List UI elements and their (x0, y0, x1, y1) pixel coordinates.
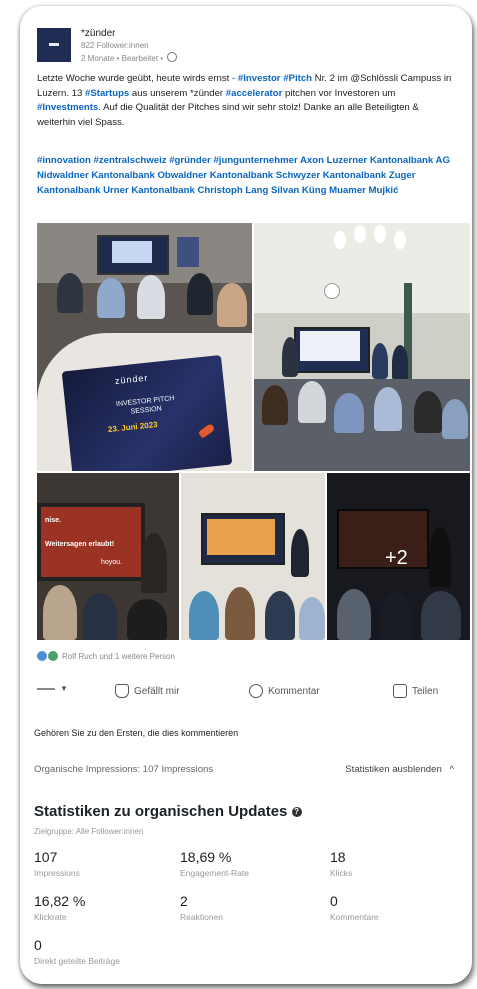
booklet-brand: zünder (114, 372, 149, 387)
stats-title: Statistiken zu organischen Updates ? (34, 803, 302, 820)
post-text-segment: pitchen vor Investoren um (282, 87, 396, 99)
post-text-segment: Letzte Woche wurde geübt, heute wirds er… (37, 73, 238, 84)
stat-value: 0 (34, 937, 42, 953)
comment-label: Kommentar (268, 685, 320, 697)
like-button[interactable]: Gefällt mir (115, 684, 180, 698)
presentation-slide: nise. Weitersagen erlaubt! hoyou. (37, 503, 145, 581)
company-name[interactable]: *zünder (81, 28, 115, 39)
stat-label: Klicks (330, 868, 353, 878)
slide-text-3: hoyou. (101, 559, 123, 566)
hashtag-link[interactable]: #Startups (85, 88, 129, 99)
stat-clicks: 18 Klicks (330, 849, 352, 878)
like-label: Gefällt mir (134, 685, 180, 697)
stat-label: Klickrate (34, 912, 67, 922)
post-body: Letzte Woche wurde geübt, heute wirds er… (37, 72, 459, 130)
post-photo-4[interactable] (181, 473, 325, 640)
hashtag-link[interactable]: #Investments (37, 102, 98, 113)
follower-count: 822 Follower:innen (81, 41, 149, 50)
share-icon (393, 684, 407, 698)
stats-audience: Zielgruppe: Alle Follower:innen (34, 827, 144, 836)
reaction-picker[interactable]: ▼ (37, 684, 68, 693)
reactions-summary[interactable]: Rolf Ruch und 1 weitere Person (37, 651, 175, 661)
comment-icon (249, 684, 263, 698)
post-card: *zünder 822 Follower:innen 2 Monate • Be… (20, 6, 472, 984)
more-photos-overlay[interactable]: +2 (327, 473, 470, 640)
post-meta: 2 Monate • Bearbeitet • (81, 52, 178, 63)
post-text-segment: aus unserem *zünder (129, 87, 226, 99)
post-header: *zünder 822 Follower:innen 2 Monate • Be… (37, 28, 457, 72)
rocket-icon (197, 422, 216, 439)
post-photo-2[interactable] (254, 223, 470, 471)
stat-label: Kommentare (330, 912, 379, 922)
stat-label: Reaktionen (180, 912, 224, 922)
celebrate-reaction-icon (48, 651, 58, 661)
organic-impressions: Organische Impressions: 107 Impressions (34, 764, 214, 775)
stat-value: 18 (330, 849, 346, 865)
slide-text-2: Weitersagen erlaubt! (45, 541, 115, 548)
share-button[interactable]: Teilen (393, 684, 438, 698)
stat-direct-shares: 0 Direkt geteilte Beiträge (34, 937, 120, 966)
hashtag-link[interactable]: #accelerator (226, 88, 283, 99)
share-label: Teilen (412, 685, 439, 697)
stat-value: 18,69 % (180, 849, 232, 865)
stat-click-rate: 16,82 % Klickrate (34, 893, 85, 922)
stat-reactions: 2 Reaktionen (180, 893, 223, 922)
hashtag-link[interactable]: #Pitch (283, 73, 312, 84)
globe-icon (167, 52, 178, 62)
slide-text-1: nise. (45, 517, 61, 524)
hide-stats-toggle[interactable]: Statistiken ausblenden ^ (345, 764, 454, 775)
thumbs-up-icon (115, 684, 129, 698)
company-logo[interactable] (37, 28, 71, 62)
chevron-up-icon: ^ (449, 764, 454, 775)
stat-value: 0 (330, 893, 338, 909)
hide-stats-label: Statistiken ausblenden (345, 764, 442, 775)
post-photo-3[interactable]: nise. Weitersagen erlaubt! hoyou. (37, 473, 179, 640)
post-age: 2 Monate • Bearbeitet • (81, 54, 164, 63)
first-comment-prompt: Gehören Sie zu den Ersten, die dies komm… (34, 728, 239, 738)
stat-label: Impressions (34, 868, 80, 878)
stat-value: 107 (34, 849, 58, 865)
booklet-date: 23. Juni 2023 (107, 419, 159, 435)
stat-label: Direkt geteilte Beiträge (34, 956, 120, 966)
stat-value: 2 (180, 893, 188, 909)
pitch-booklet: zünder INVESTOR PITCH SESSION 23. Juni 2… (61, 354, 233, 471)
more-photos-count: +2 (385, 547, 408, 569)
stats-title-text: Statistiken zu organischen Updates (34, 803, 288, 820)
stat-label: Engagement-Rate (180, 868, 249, 878)
post-photo-5[interactable]: +2 (327, 473, 470, 640)
comment-button[interactable]: Kommentar (249, 684, 320, 698)
avatar-icon (37, 687, 55, 690)
like-reaction-icon (37, 651, 47, 661)
reactions-text: Rolf Ruch und 1 weitere Person (62, 652, 175, 661)
hashtag-link[interactable]: #Investor (238, 73, 281, 84)
stat-comments: 0 Kommentare (330, 893, 379, 922)
chevron-down-icon: ▼ (60, 684, 68, 693)
booklet-title: INVESTOR PITCH SESSION (115, 395, 175, 416)
post-tags[interactable]: #innovation #zentralschweiz #gründer #ju… (37, 153, 459, 198)
stat-value: 16,82 % (34, 893, 86, 909)
stat-impressions: 107 Impressions (34, 849, 80, 878)
post-photo-1[interactable]: zünder INVESTOR PITCH SESSION 23. Juni 2… (37, 223, 252, 471)
stat-engagement-rate: 18,69 % Engagement-Rate (180, 849, 249, 878)
action-bar: ▼ Gefällt mir Kommentar Teilen (37, 684, 462, 708)
help-icon[interactable]: ? (291, 807, 302, 817)
